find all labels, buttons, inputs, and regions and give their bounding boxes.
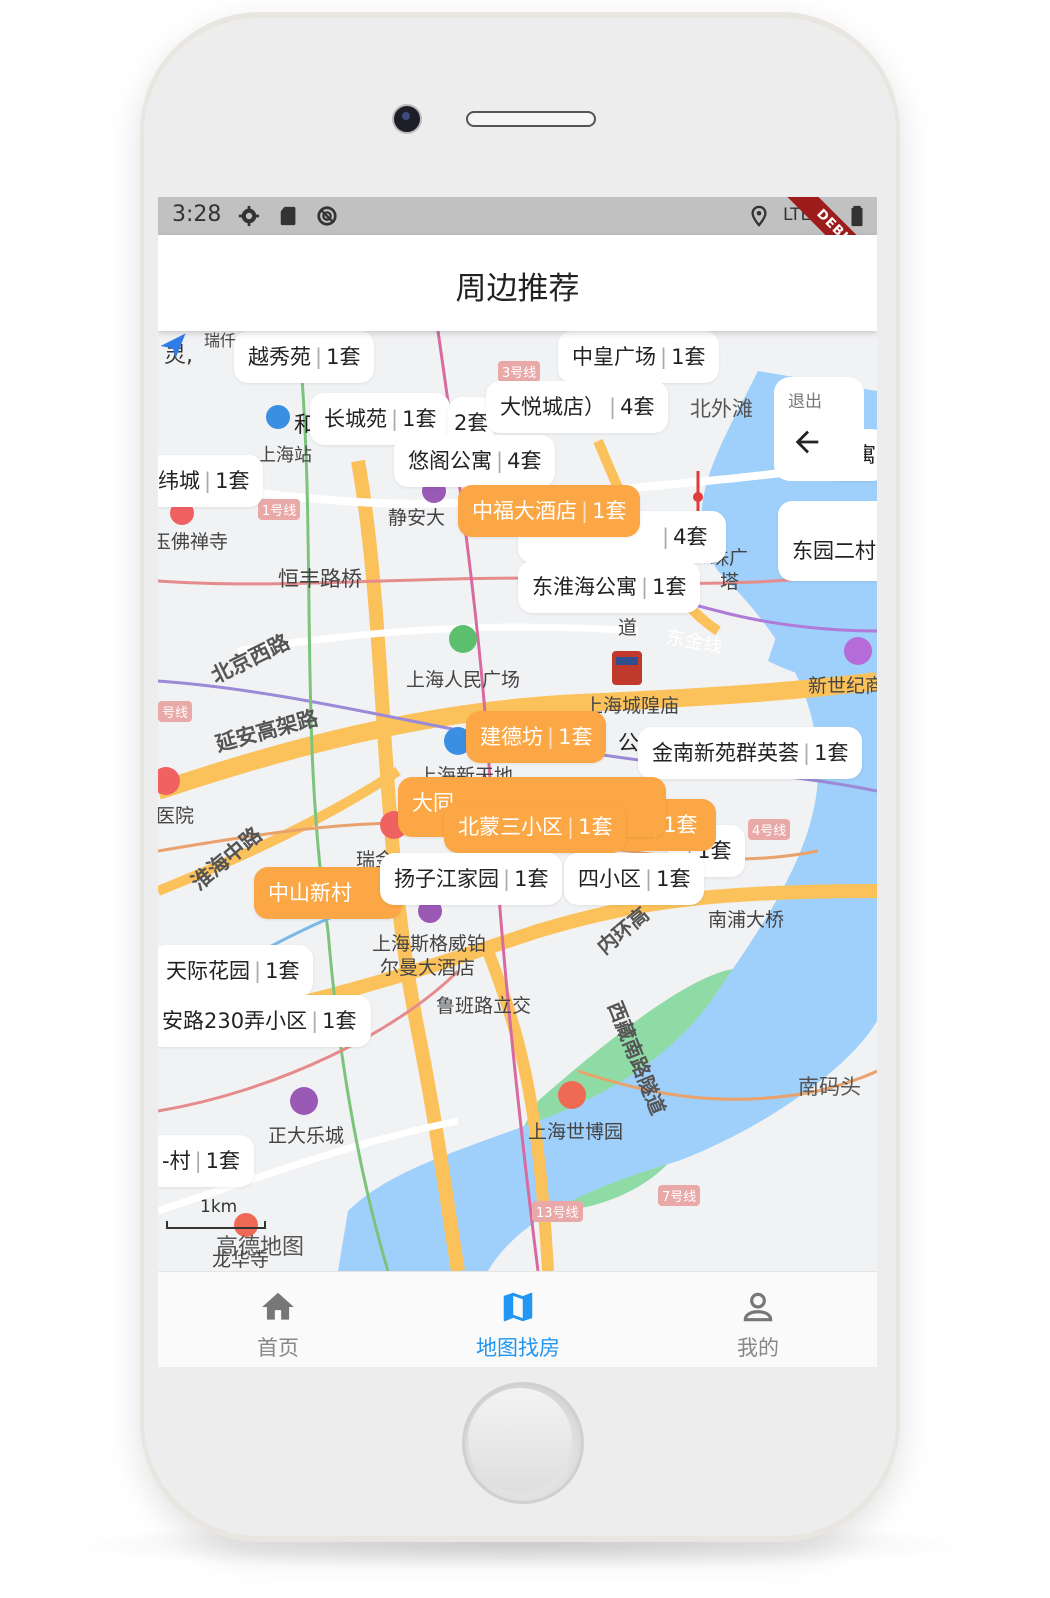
app-bar: 周边推荐 — [158, 235, 877, 331]
map-icon — [503, 1292, 533, 1322]
status-bar: 3:28 LTE DEBUG — [158, 197, 877, 293]
map-label: 上海斯格威铂 — [372, 933, 487, 955]
road-label: 北外滩 — [690, 397, 753, 421]
listing-bubble[interactable]: 金南新苑群英荟 | 1套 — [638, 727, 863, 779]
sd-card-icon — [280, 206, 296, 226]
mall-marker — [290, 1087, 318, 1115]
map-label: 上海人民广场 — [406, 669, 521, 691]
page-title: 周边推荐 — [455, 271, 580, 307]
bottom-nav: 首页 地图找房 我的 — [158, 1271, 877, 1367]
road-label: 南码头 — [798, 1075, 861, 1099]
nav-label: 首页 — [257, 1336, 299, 1360]
map-label: 塔 — [720, 571, 740, 593]
location-icon — [751, 205, 767, 227]
battery-icon — [851, 205, 863, 227]
metro-line-tag: 3号线 — [498, 361, 541, 382]
map-label: 静安大 — [388, 507, 446, 529]
exit-button[interactable]: 退出 — [774, 377, 864, 481]
home-button-face — [468, 1388, 572, 1492]
nav-item-home[interactable]: 首页 — [158, 1272, 398, 1367]
listing-bubble-highlight[interactable]: 建德坊 | 1套 — [466, 711, 607, 763]
listing-bubble[interactable]: 扬子江家园 | 1套 — [380, 853, 563, 905]
map-label: 上海站 — [258, 445, 312, 466]
listing-bubble[interactable]: 大悦城店） | 4套 — [486, 381, 669, 433]
amap-logo-icon — [160, 333, 186, 359]
nav-label: 地图找房 — [476, 1336, 560, 1360]
listing-bubble[interactable]: 东园二村 — [778, 501, 877, 581]
map-label: 南浦大桥 — [708, 909, 785, 931]
settings-icon — [238, 205, 260, 227]
metro-line-tag: 7号线 — [658, 1185, 701, 1206]
listing-bubble[interactable]: 越秀苑 | 1套 — [234, 331, 375, 383]
map-label: 玉佛禅寺 — [158, 531, 229, 553]
park-marker — [449, 625, 477, 653]
listing-bubble-highlight[interactable]: 中福大酒店 | 1套 — [458, 485, 641, 537]
home-icon — [262, 1292, 294, 1320]
scale-label: 1km — [200, 1197, 238, 1217]
phone-screen: 3:28 LTE DEBUG 周边推荐 灵, 瑞仟 上海站 静安大 玉佛禅寺 1… — [158, 197, 877, 1367]
earpiece-speaker — [466, 111, 596, 127]
map-view[interactable]: 灵, 瑞仟 上海站 静安大 玉佛禅寺 1号线 恒丰路桥 北京西路 延安高架路 上… — [158, 331, 877, 1271]
map-label: 恒丰路桥 — [278, 567, 362, 591]
map-label: 尔曼大酒店 — [380, 957, 476, 979]
listing-bubble-highlight[interactable]: 北蒙三小区 | 1套 — [444, 801, 627, 853]
metro-line-tag: 13号线 — [532, 1201, 583, 1222]
metro-line-tag: 号线 — [158, 701, 193, 722]
listing-bubble[interactable]: 安路230弄小区 | 1套 — [158, 995, 371, 1047]
map-label: 上海世博园 — [528, 1121, 624, 1143]
map-label: 医院 — [158, 805, 195, 827]
arrow-left-icon — [795, 430, 819, 454]
metro-line-tag: 1号线 — [258, 499, 301, 520]
person-icon — [743, 1292, 773, 1322]
nav-item-profile[interactable]: 我的 — [638, 1272, 877, 1367]
map-label: 道 — [618, 617, 638, 639]
map-label: 新世纪商 — [808, 675, 877, 697]
exit-label: 退出 — [788, 392, 822, 412]
listing-bubble[interactable]: 四小区 | 1套 — [564, 853, 705, 905]
map-label: 鲁班路立交 — [436, 995, 532, 1017]
status-time: 3:28 — [172, 202, 222, 227]
amap-logo-text: 高德地图 — [216, 1235, 305, 1260]
listing-bubble[interactable]: 中皇广场 | 1套 — [558, 331, 720, 383]
expo-marker — [558, 1081, 586, 1109]
nav-item-map[interactable]: 地图找房 — [398, 1272, 638, 1367]
sync-disabled-icon — [317, 206, 337, 226]
listing-bubble[interactable]: 天际花园 | 1套 — [158, 945, 314, 997]
pearl-tower-marker — [693, 492, 703, 502]
map-label: 正大乐城 — [268, 1125, 345, 1147]
listing-bubble[interactable]: 纬城 | 1套 — [158, 455, 264, 507]
map-label: 瑞仟 — [204, 331, 237, 350]
map-label: 公 — [618, 731, 639, 755]
nav-label: 我的 — [737, 1336, 779, 1360]
metro-line-tag: 4号线 — [748, 819, 791, 840]
listing-bubble[interactable]: -村 | 1套 — [158, 1135, 255, 1187]
front-camera — [392, 104, 422, 134]
listing-bubble[interactable]: 悠阁公寓 | 4套 — [394, 435, 556, 487]
temple-marker — [612, 651, 642, 685]
listing-bubble[interactable]: 东淮海公寓 | 1套 — [518, 561, 701, 613]
